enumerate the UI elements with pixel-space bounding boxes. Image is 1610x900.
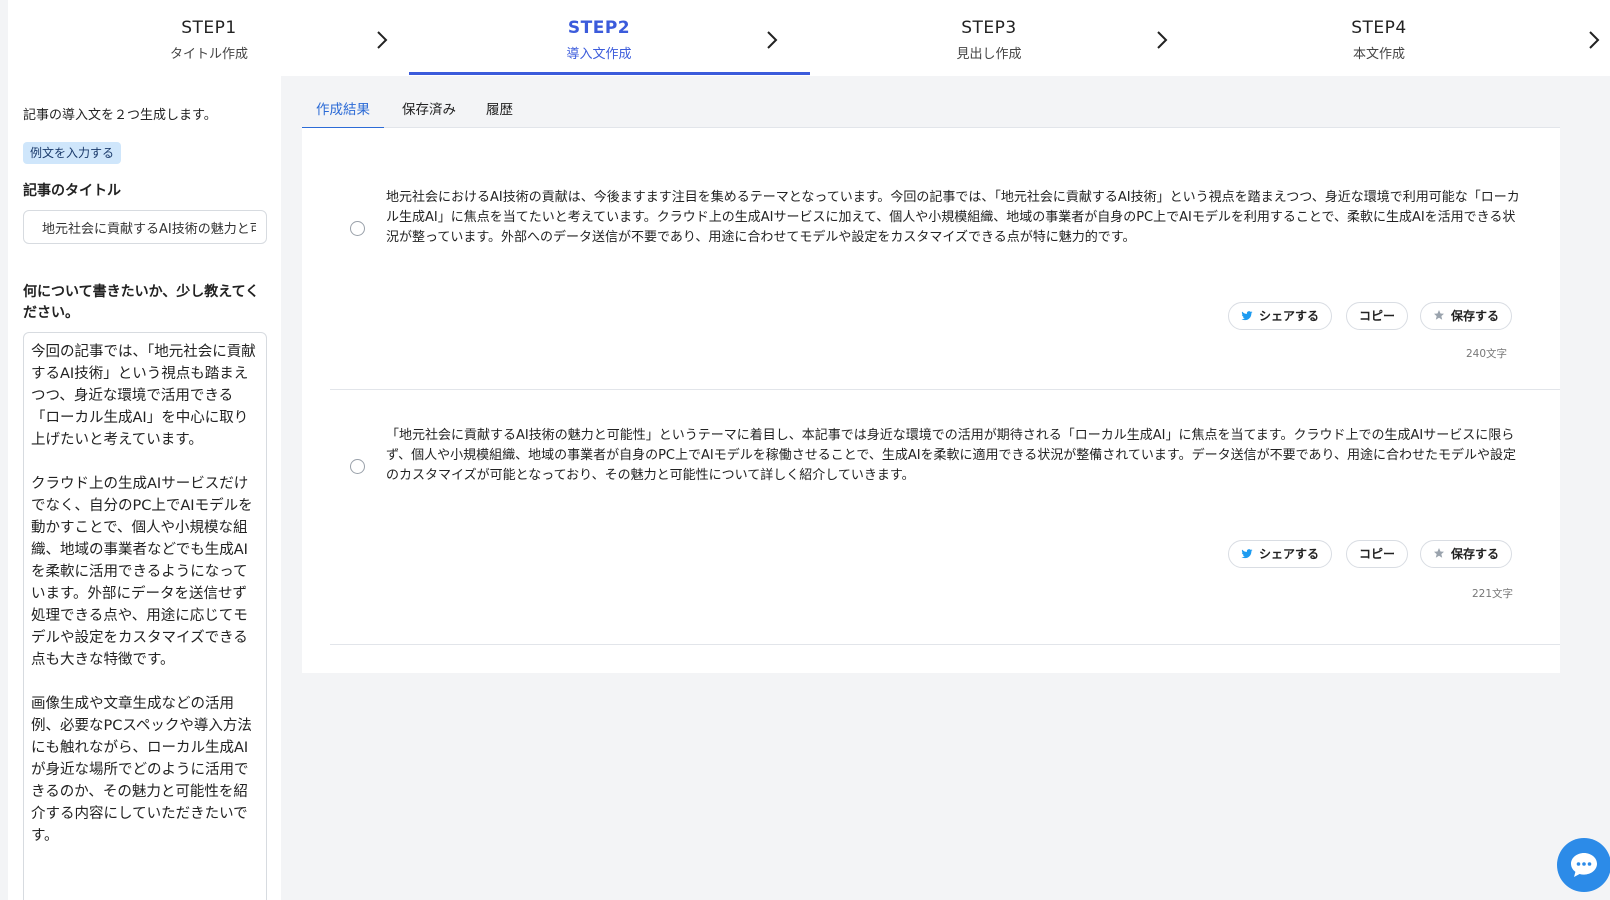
result-select-radio[interactable] xyxy=(350,221,365,236)
chevron-right-icon xyxy=(1584,28,1604,52)
step-1-number: STEP1 xyxy=(181,18,237,38)
copy-button[interactable]: コピー xyxy=(1346,540,1409,568)
step-4[interactable]: STEP4 本文作成 xyxy=(1184,18,1574,62)
article-title-label: 記事のタイトル xyxy=(23,183,121,199)
chevron-right-icon xyxy=(762,28,782,52)
topic-description-label: 何について書きたいか、少し教えてください。 xyxy=(23,284,260,321)
result-text: 地元社会におけるAI技術の貢献は、今後ますます注目を集めるテーマとなっています。… xyxy=(386,190,1520,245)
share-button[interactable]: シェアする xyxy=(1228,302,1333,330)
share-button[interactable]: シェアする xyxy=(1228,540,1333,568)
result-item: 「地元社会に貢献するAI技術の魅力と可能性」というテーマに着目し、本記事では身近… xyxy=(330,426,1560,626)
copy-button[interactable]: コピー xyxy=(1346,302,1409,330)
result-divider xyxy=(330,644,1560,645)
step-1-label: タイトル作成 xyxy=(169,47,248,62)
article-title-input[interactable] xyxy=(23,210,267,244)
result-tabs: 作成結果 保存済み 履歴 xyxy=(302,94,1560,129)
results-panel: 地元社会におけるAI技術の貢献は、今後ますます注目を集めるテーマとなっています。… xyxy=(302,128,1560,673)
twitter-bird-icon xyxy=(1241,304,1253,330)
step-2-number: STEP2 xyxy=(567,18,631,38)
step-3-number: STEP3 xyxy=(961,18,1017,38)
chevron-right-icon xyxy=(372,28,392,52)
save-button[interactable]: 保存する xyxy=(1420,540,1513,568)
example-input-button[interactable]: 例文を入力する xyxy=(23,142,122,164)
save-button[interactable]: 保存する xyxy=(1420,302,1513,330)
input-sidebar: 記事の導入文を２つ生成します。 例文を入力する 記事のタイトル 何について書きた… xyxy=(8,76,281,900)
step-3-label: 見出し作成 xyxy=(956,47,1022,62)
result-item: 地元社会におけるAI技術の貢献は、今後ますます注目を集めるテーマとなっています。… xyxy=(330,188,1560,388)
active-step-indicator xyxy=(409,72,810,75)
star-icon xyxy=(1433,542,1445,568)
star-icon xyxy=(1433,304,1445,330)
save-button-label: 保存する xyxy=(1451,309,1500,323)
step-1[interactable]: STEP1 タイトル作成 xyxy=(14,18,404,62)
chevron-right-icon xyxy=(1152,28,1172,52)
step-4-label: 本文作成 xyxy=(1352,47,1405,62)
twitter-bird-icon xyxy=(1241,542,1253,568)
share-button-label: シェアする xyxy=(1259,309,1320,323)
topic-description-textarea[interactable]: 今回の記事では、「地元社会に貢献するAI技術」という視点も踏まえつつ、身近な環境… xyxy=(23,332,267,900)
tab-results[interactable]: 作成結果 xyxy=(302,98,384,129)
result-text: 「地元社会に貢献するAI技術の魅力と可能性」というテーマに着目し、本記事では身近… xyxy=(386,428,1516,483)
step-2[interactable]: STEP2 導入文作成 xyxy=(404,18,794,62)
result-select-radio[interactable] xyxy=(350,459,365,474)
character-count: 240文字 xyxy=(1466,348,1508,360)
step-4-number: STEP4 xyxy=(1351,18,1407,38)
step-3[interactable]: STEP3 見出し作成 xyxy=(794,18,1184,62)
character-count: 221文字 xyxy=(1472,588,1514,600)
tab-saved[interactable]: 保存済み xyxy=(388,98,470,127)
chat-bubble-icon xyxy=(1571,853,1597,877)
tab-history[interactable]: 履歴 xyxy=(472,98,527,127)
save-button-label: 保存する xyxy=(1451,547,1500,561)
share-button-label: シェアする xyxy=(1259,547,1320,561)
chat-support-button[interactable] xyxy=(1557,838,1610,892)
step-2-label: 導入文作成 xyxy=(566,47,632,62)
result-divider xyxy=(330,389,1560,390)
step-navigation: STEP1 タイトル作成 STEP2 導入文作成 STEP3 見出し作成 STE… xyxy=(8,0,1610,76)
sidebar-intro: 記事の導入文を２つ生成します。 xyxy=(23,108,217,123)
